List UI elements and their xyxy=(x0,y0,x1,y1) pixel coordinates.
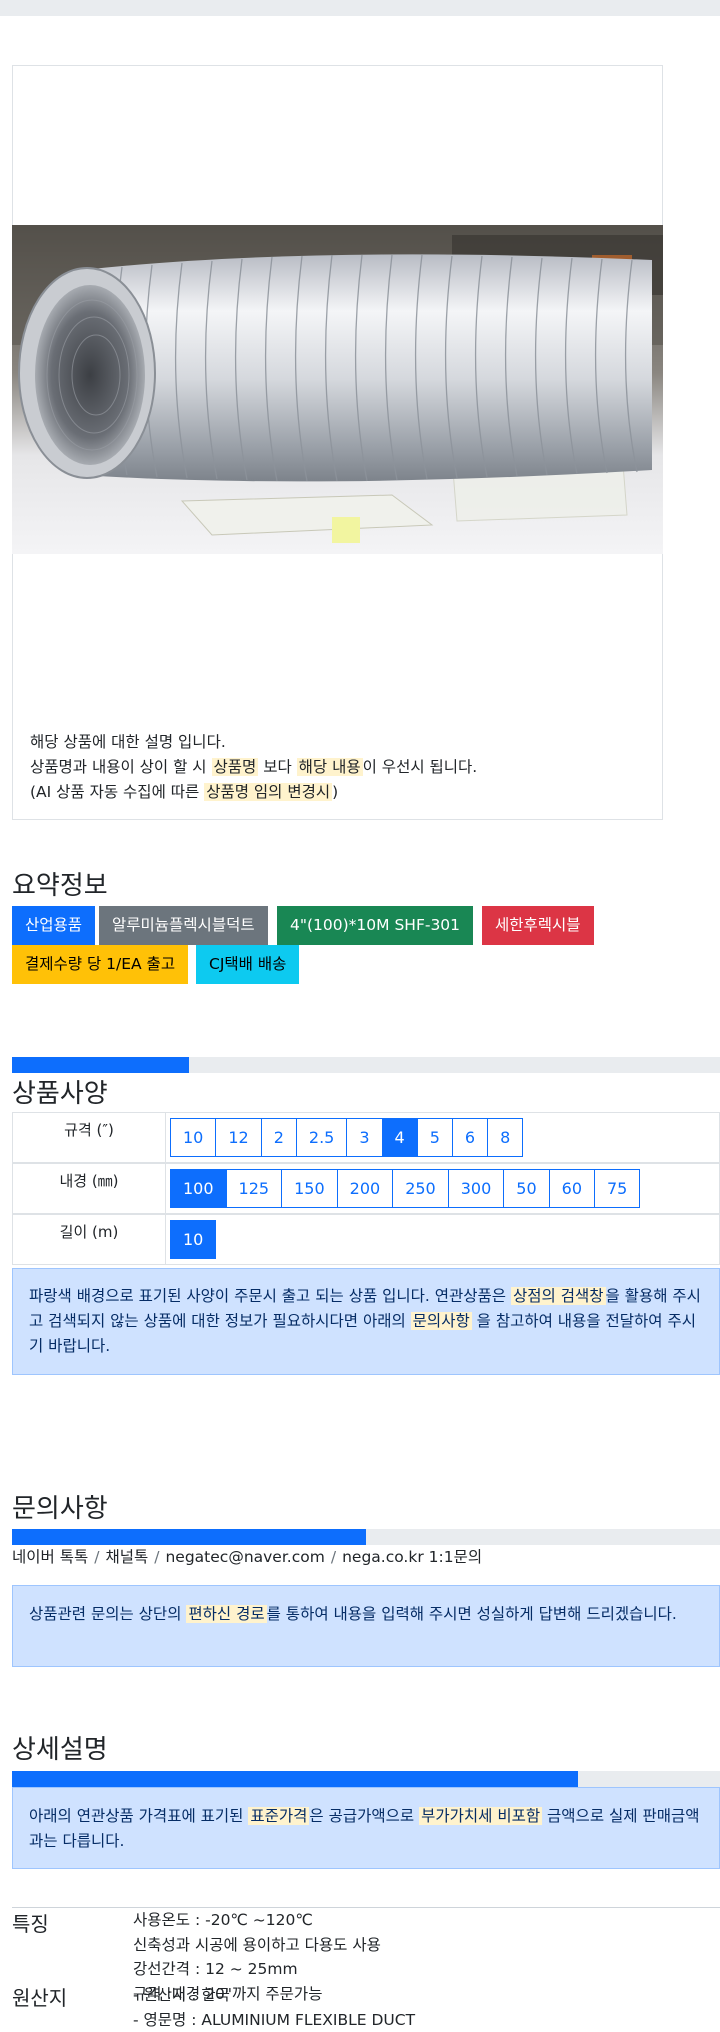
feature-line: 신축성과 시공에 용이하고 다용도 사용 xyxy=(133,1935,381,1954)
summary-title: 요약정보 xyxy=(12,871,108,901)
highlight-inquiry: 문의사항 xyxy=(410,1312,472,1330)
detail-title: 상세설명 xyxy=(12,1735,108,1765)
detail-progress xyxy=(12,1771,720,1787)
feature-line: 사용온도 : -20℃ ~120℃ xyxy=(133,1911,313,1929)
description-line-2: 상품명과 내용이 상이 할 시 상품명 보다 해당 내용 이 우선시 됩니다. xyxy=(30,758,478,776)
spec-option[interactable]: 150 xyxy=(281,1169,338,1208)
highlight-vat-excluded: 부가가치세 비포함 xyxy=(419,1807,543,1825)
contact-breadcrumb: 네이버 톡톡 / 채널톡 / negatec@naver.com / nega.co.kr … xyxy=(12,1548,483,1566)
spec-option[interactable]: 60 xyxy=(548,1169,595,1208)
spec-option[interactable]: 125 xyxy=(225,1169,283,1208)
specs-progress-fill xyxy=(12,1057,189,1073)
spec-option[interactable]: 50 xyxy=(503,1169,550,1208)
spec-label-diameter: 내경 (㎜) xyxy=(13,1164,166,1213)
spec-row-size: 규격 (″) 10 12 2 2.5 3 4 5 6 8 xyxy=(12,1112,720,1163)
product-image xyxy=(12,225,663,554)
feature-line: 강선간격 : 12 ~ 25mm xyxy=(133,1960,298,1978)
highlight-standard-price: 표준가격 xyxy=(248,1807,310,1825)
specs-notice: 파랑색 배경으로 표기된 사양이 주문시 출고 되는 상품 입니다. 연관상품은… xyxy=(12,1268,720,1375)
contact-channel-talk[interactable]: 채널톡 xyxy=(105,1548,148,1566)
spec-options-length: 10 xyxy=(170,1220,217,1259)
spec-row-diameter: 내경 (㎜) 100 125 150 200 250 300 50 60 75 xyxy=(12,1163,720,1214)
specs-progress xyxy=(12,1057,720,1073)
spec-row-length: 길이 (m) 10 xyxy=(12,1214,720,1265)
spec-option[interactable]: 5 xyxy=(416,1118,453,1157)
badge-category[interactable]: 산업용품 xyxy=(12,906,96,945)
spec-option[interactable]: 4 xyxy=(381,1118,418,1157)
top-bar xyxy=(0,0,720,16)
spec-label-length: 길이 (m) xyxy=(13,1215,166,1264)
contact-email[interactable]: negatec@naver.com xyxy=(165,1548,324,1566)
origin-line: - 영문명 : ALUMINIUM FLEXIBLE DUCT xyxy=(133,2010,416,2029)
spec-option[interactable]: 300 xyxy=(447,1169,505,1208)
spec-option[interactable]: 12 xyxy=(215,1118,262,1157)
origin-key: 원산지 xyxy=(12,1986,68,2010)
badge-product-type[interactable]: 알루미늄플렉시블덕트 xyxy=(99,906,268,945)
spec-option[interactable]: 2 xyxy=(260,1118,297,1157)
features-key: 특징 xyxy=(12,1912,49,1936)
highlight-preferred-route: 편하신 경로 xyxy=(186,1605,267,1623)
spec-option[interactable]: 200 xyxy=(336,1169,394,1208)
spec-option[interactable]: 250 xyxy=(392,1169,449,1208)
badge-model[interactable]: 4"(100)*10M SHF-301 xyxy=(277,906,474,945)
spec-option[interactable]: 6 xyxy=(451,1118,489,1157)
inquiry-notice: 상품관련 문의는 상단의 편하신 경로 를 통하여 내용을 입력해 주시면 성실하… xyxy=(12,1585,720,1667)
contact-naver-talk[interactable]: 네이버 톡톡 xyxy=(12,1548,88,1566)
specs-title: 상품사양 xyxy=(12,1079,108,1109)
spec-options-size: 10 12 2 2.5 3 4 5 6 8 xyxy=(170,1118,524,1157)
detail-progress-fill xyxy=(12,1771,579,1787)
badge-maker[interactable]: 세한후렉시블 xyxy=(482,906,594,945)
spec-option[interactable]: 10 xyxy=(170,1118,217,1157)
badge-shipping[interactable]: CJ택배 배송 xyxy=(196,945,300,984)
spec-options-diameter: 100 125 150 200 250 300 50 60 75 xyxy=(170,1169,641,1208)
highlight-search-box: 상점의 검색창 xyxy=(511,1287,606,1305)
highlight-product-name: 상품명 xyxy=(211,758,259,776)
highlight-content: 해당 내용 xyxy=(296,758,363,776)
contact-website[interactable]: nega.co.kr 1:1문의 xyxy=(342,1548,482,1566)
spec-option[interactable]: 3 xyxy=(346,1118,383,1157)
highlight-name-change: 상품명 임의 변경시 xyxy=(204,783,333,801)
spec-option[interactable]: 75 xyxy=(594,1169,641,1208)
spec-option[interactable]: 10 xyxy=(170,1220,217,1259)
inquiry-progress xyxy=(12,1529,720,1545)
inquiry-progress-fill xyxy=(12,1529,366,1545)
badge-quantity[interactable]: 결제수량 당 1/EA 출고 xyxy=(12,945,189,984)
description-line-3: (AI 상품 자동 수집에 따른 상품명 임의 변경시) xyxy=(30,783,339,801)
description-line-1: 해당 상품에 대한 설명 입니다. xyxy=(30,733,226,751)
spec-option[interactable]: 100 xyxy=(170,1169,227,1208)
product-description: 해당 상품에 대한 설명 입니다. 상품명과 내용이 상이 할 시 상품명 보다… xyxy=(30,730,650,805)
origin-line: - 원산지 : 한국 xyxy=(133,1986,230,2004)
spec-label-size: 규격 (″) xyxy=(13,1113,166,1162)
origin-list: - 원산지 : 한국 - 영문명 : ALUMINIUM FLEXIBLE DU… xyxy=(133,1983,415,2032)
detail-notice: 아래의 연관상품 가격표에 표기된 표준가격 은 공급가액으로 부가가치세 비포함… xyxy=(12,1787,720,1869)
spec-option[interactable]: 2.5 xyxy=(295,1118,348,1157)
spec-option[interactable]: 8 xyxy=(487,1118,524,1157)
inquiry-title: 문의사항 xyxy=(12,1494,108,1524)
